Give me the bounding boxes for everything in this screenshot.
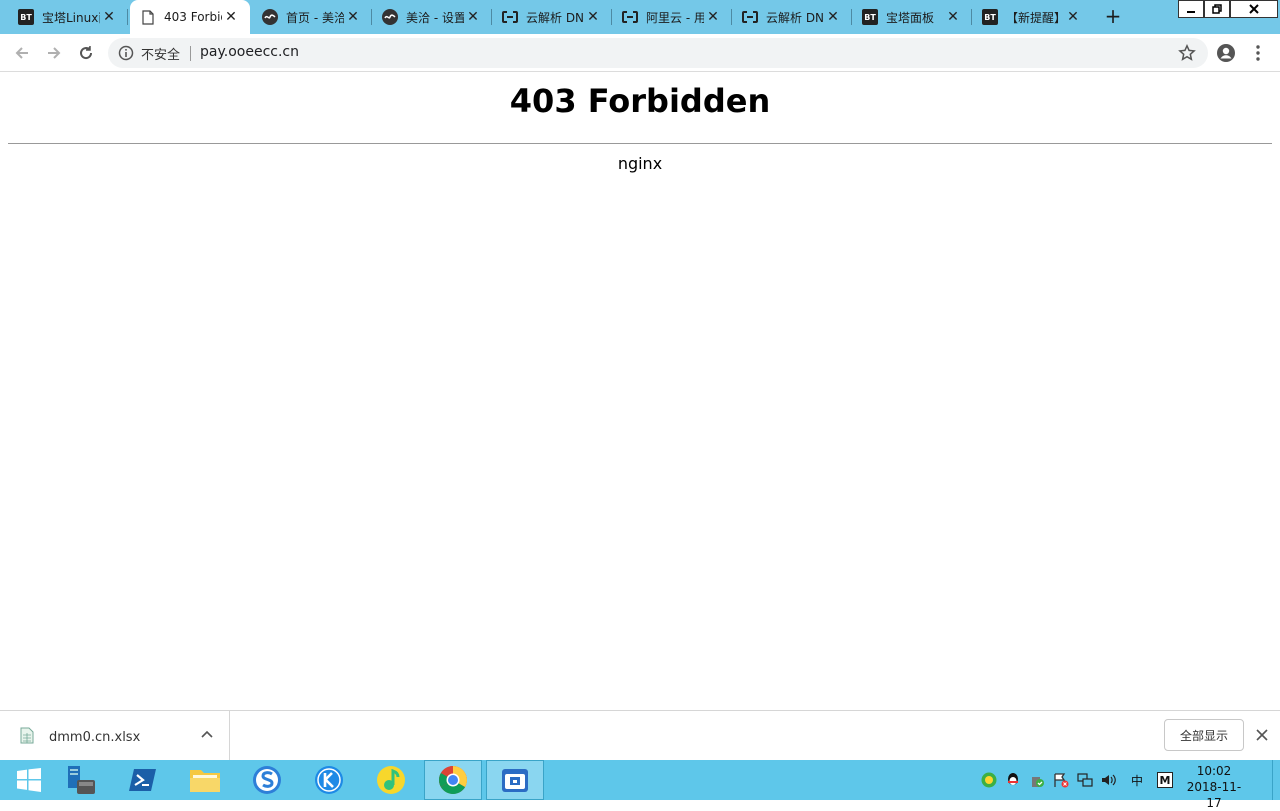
address-bar[interactable]: 不安全 pay.ooeecc.cn [108,38,1208,68]
tray-qq-icon[interactable] [1005,772,1021,788]
tab-aliyun-console[interactable]: 阿里云 - 用 ✕ [612,0,732,34]
close-icon[interactable]: ✕ [346,10,360,24]
menu-button[interactable] [1246,41,1270,65]
forward-button[interactable] [42,41,66,65]
tab-aliyun-dns-2[interactable]: 云解析 DNS ✕ [732,0,852,34]
tray-flag-icon[interactable] [1053,772,1069,788]
arrow-left-icon [15,47,28,59]
tab-meiqia-settings[interactable]: 美洽 - 设置 ✕ [372,0,492,34]
clock-date: 2018-11-17 [1186,780,1242,810]
chevron-up-icon[interactable] [200,728,214,742]
tab-title: 403 Forbidden [164,10,222,24]
server-manager-button[interactable] [52,760,110,800]
tab-title: 云解析 DNS [766,10,824,25]
close-icon[interactable]: ✕ [1066,10,1080,24]
page-icon [140,9,156,25]
spreadsheet-file-icon [20,727,34,744]
close-icon[interactable] [1254,727,1270,743]
bt-icon: BT [18,9,34,25]
folder-icon [190,770,220,792]
powershell-icon [129,769,156,791]
back-button[interactable] [10,41,34,65]
show-all-button[interactable]: 全部显示 [1164,719,1244,751]
divider [8,143,1272,144]
tray-update-icon[interactable] [1029,772,1045,788]
close-icon[interactable]: ✕ [586,10,600,24]
windows-logo-icon [17,768,41,792]
system-clock[interactable]: 10:02 2018-11-17 [1186,763,1242,811]
app-window-button[interactable] [486,760,544,800]
server-signature: nginx [617,154,663,173]
bt-icon: BT [982,9,998,25]
close-icon[interactable]: ✕ [466,10,480,24]
download-bar: dmm0.cn.xlsx 全部显示 [0,710,1280,761]
tab-aliyun-dns[interactable]: 云解析 DNS ✕ [492,0,612,34]
volume-icon[interactable] [1101,772,1117,788]
meiqia-icon [262,9,278,25]
close-icon[interactable]: ✕ [706,10,720,24]
url-text[interactable]: pay.ooeecc.cn [200,44,299,60]
browser-toolbar: 不安全 pay.ooeecc.cn [0,34,1280,72]
sogou-icon [253,766,281,794]
kugou-button[interactable] [300,760,358,800]
powershell-button[interactable] [114,760,172,800]
tab-new-reminder[interactable]: BT 【新提醒】 ✕ [972,0,1092,34]
ime-language[interactable]: 中 [1129,772,1145,788]
ime-mode-indicator[interactable]: M [1157,772,1173,788]
taskbar: 中 M 10:02 2018-11-17 [0,760,1280,810]
show-desktop-button[interactable] [1272,760,1280,800]
close-icon[interactable]: ✕ [102,10,116,24]
reload-icon [80,46,93,60]
profile-button[interactable] [1214,41,1238,65]
bt-icon: BT [862,9,878,25]
tab-title: 云解析 DNS [526,10,584,25]
page-content: 403 Forbidden nginx [0,72,1280,710]
qq-music-icon [377,766,405,794]
tray-security-icon[interactable] [981,772,997,788]
close-icon[interactable]: ✕ [946,10,960,24]
more-vert-icon [1256,45,1260,61]
chrome-button[interactable] [424,760,482,800]
tab-title: 【新提醒】 [1006,10,1064,25]
reload-button[interactable] [74,41,98,65]
info-icon[interactable] [118,45,134,61]
app-window-icon [502,769,528,792]
download-item[interactable]: dmm0.cn.xlsx [0,711,230,761]
file-explorer-button[interactable] [176,760,234,800]
tab-title: 美洽 - 设置 [406,10,464,25]
window-close-button[interactable] [1230,0,1278,18]
account-icon [1217,44,1235,62]
server-manager-icon [68,766,95,794]
sogou-browser-button[interactable] [238,760,296,800]
minimize-button[interactable] [1178,0,1204,18]
tab-bt-linux[interactable]: BT 宝塔Linux面 ✕ [8,0,128,34]
tab-title: 阿里云 - 用 [646,10,704,25]
network-icon[interactable] [1077,772,1093,788]
tab-bt-panel[interactable]: BT 宝塔面板 ✕ [852,0,972,34]
meiqia-icon [382,9,398,25]
tab-403-forbidden[interactable]: 403 Forbidden ✕ [130,0,250,34]
bookmark-star-icon[interactable] [1178,44,1196,62]
aliyun-icon [502,9,518,25]
kugou-icon [315,766,343,794]
page-title: 403 Forbidden [509,82,771,120]
qq-music-button[interactable] [362,760,420,800]
tab-title: 宝塔面板 [886,10,935,25]
tab-strip: BT 宝塔Linux面 ✕ 403 Forbidden ✕ 首页 - 美洽 ✕ … [0,0,1280,34]
arrow-right-icon [48,47,61,59]
chrome-icon [439,766,467,794]
new-tab-button[interactable]: + [1102,6,1124,28]
aliyun-icon [622,9,638,25]
close-icon[interactable]: ✕ [826,10,840,24]
aliyun-icon [742,9,758,25]
start-button[interactable] [0,760,58,800]
restore-button[interactable] [1204,0,1230,18]
tab-title: 宝塔Linux面 [42,10,100,25]
download-file-name[interactable]: dmm0.cn.xlsx [49,730,140,745]
security-label[interactable]: 不安全 [141,44,180,63]
clock-time: 10:02 [1196,764,1232,778]
close-icon[interactable]: ✕ [224,10,238,24]
tab-meiqia-home[interactable]: 首页 - 美洽 ✕ [252,0,372,34]
tab-title: 首页 - 美洽 [286,10,344,25]
